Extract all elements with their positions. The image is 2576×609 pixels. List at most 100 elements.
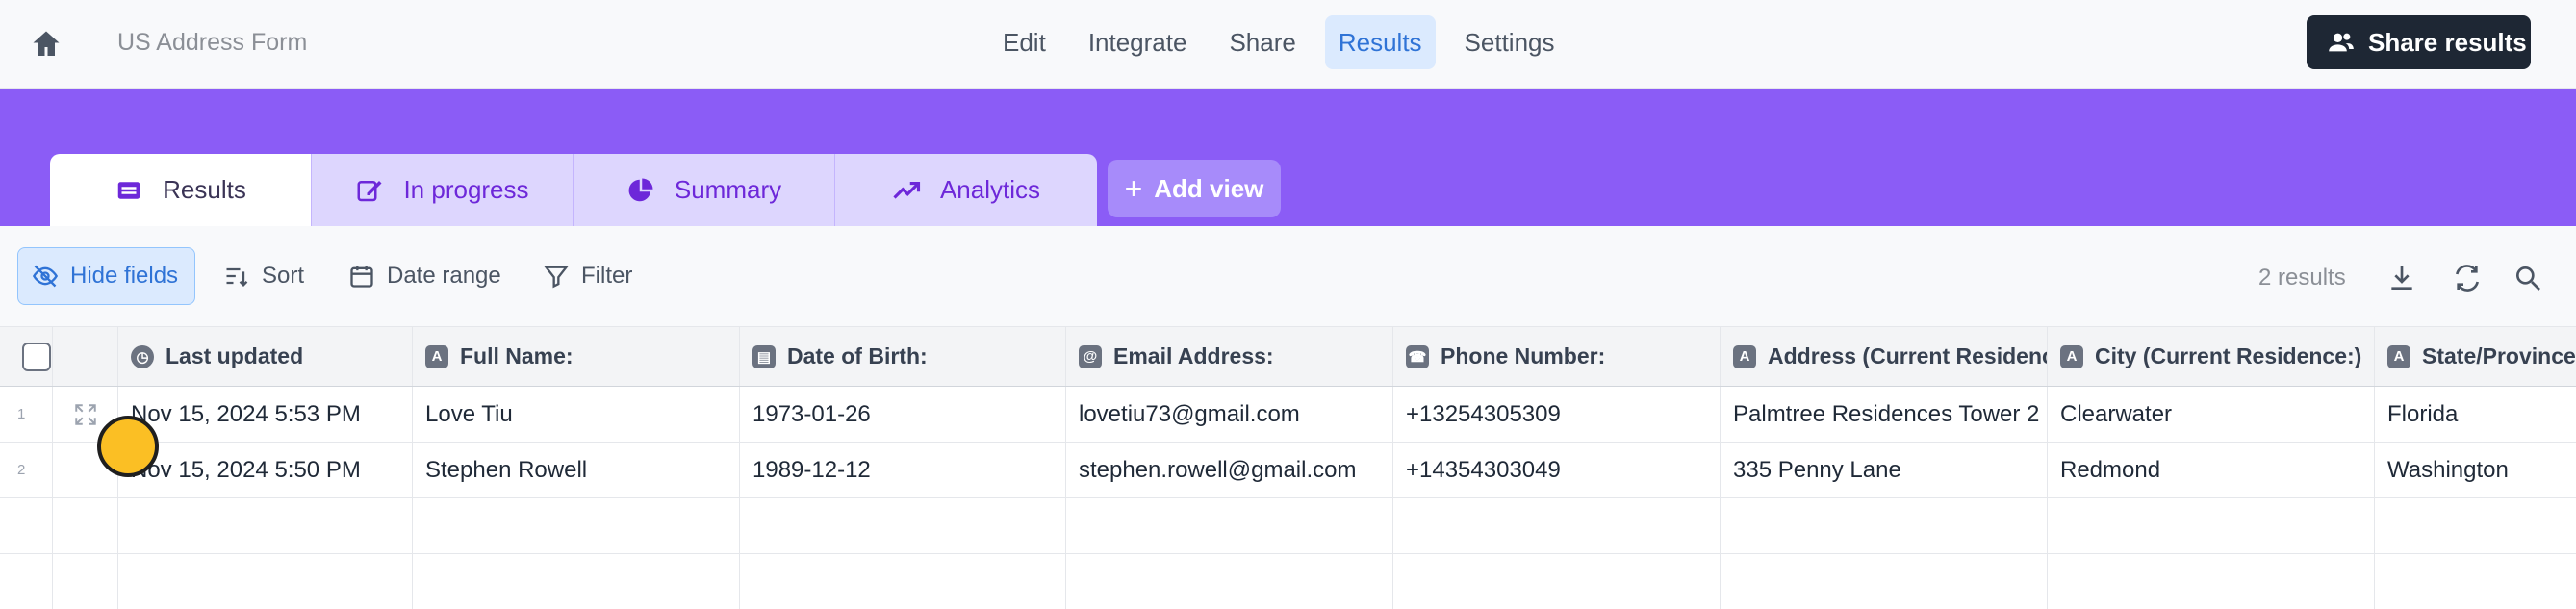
empty-cell bbox=[413, 554, 740, 609]
column-header[interactable]: A Full Name: bbox=[413, 327, 740, 386]
cell-date-of-birth[interactable]: 1989-12-12 bbox=[740, 443, 1066, 497]
nav-results[interactable]: Results bbox=[1324, 15, 1436, 69]
filter-icon bbox=[544, 266, 569, 289]
empty-cell bbox=[1066, 498, 1393, 553]
calendar-icon bbox=[350, 266, 373, 288]
refresh-icon[interactable] bbox=[2452, 263, 2483, 293]
empty-cell bbox=[1393, 498, 1721, 553]
column-label: Last updated bbox=[166, 343, 304, 368]
form-title[interactable]: US Address Form bbox=[117, 29, 307, 57]
tab-label: Summary bbox=[674, 175, 782, 204]
select-all-checkbox[interactable] bbox=[22, 342, 51, 371]
hide-fields-button[interactable]: Hide fields bbox=[17, 247, 195, 305]
sort-icon bbox=[226, 267, 248, 287]
sort-button[interactable]: Sort bbox=[210, 247, 318, 305]
cell-email[interactable]: lovetiu73@gmail.com bbox=[1066, 387, 1393, 442]
expand-icon[interactable] bbox=[73, 402, 98, 427]
cell-full-name[interactable]: Stephen Rowell bbox=[413, 443, 740, 497]
eye-off-icon bbox=[32, 265, 59, 288]
column-label: Phone Number: bbox=[1441, 343, 1606, 368]
plus-icon: + bbox=[1124, 170, 1143, 206]
empty-cell bbox=[2048, 554, 2375, 609]
table-icon bbox=[117, 181, 140, 199]
share-results-label: Share results bbox=[2368, 27, 2527, 57]
share-results-button[interactable]: Share results bbox=[2307, 15, 2531, 69]
cell-city[interactable]: Clearwater bbox=[2048, 387, 2375, 442]
empty-cell bbox=[118, 554, 413, 609]
tab-label: Analytics bbox=[939, 175, 1041, 204]
cell-last-updated[interactable]: Nov 15, 2024 5:50 PM bbox=[118, 443, 413, 497]
filter-label: Filter bbox=[581, 263, 633, 289]
home-icon[interactable] bbox=[29, 27, 64, 62]
hide-fields-label: Hide fields bbox=[70, 263, 179, 289]
cell-state[interactable]: Washington bbox=[2375, 443, 2576, 497]
column-header[interactable]: ▤ Date of Birth: bbox=[740, 327, 1066, 386]
main-nav: Edit Integrate Share Results Settings bbox=[989, 15, 1569, 69]
cell-city[interactable]: Redmond bbox=[2048, 443, 2375, 497]
column-header[interactable]: ◷ Last updated bbox=[118, 327, 413, 386]
results-table: ◷ Last updated A Full Name: ▤ Date of Bi… bbox=[0, 327, 2576, 609]
nav-edit[interactable]: Edit bbox=[989, 15, 1059, 69]
phone-icon: ☎ bbox=[1406, 344, 1429, 368]
cell-state[interactable]: Florida bbox=[2375, 387, 2576, 442]
cell-phone[interactable]: +13254305309 bbox=[1393, 387, 1721, 442]
column-header[interactable]: A State/Province bbox=[2375, 327, 2576, 386]
download-icon[interactable] bbox=[2386, 263, 2417, 293]
empty-cell bbox=[1066, 554, 1393, 609]
tab-label: In progress bbox=[403, 175, 529, 204]
empty-cell bbox=[413, 498, 740, 553]
cell-address[interactable]: Palmtree Residences Tower 2 bbox=[1721, 387, 2048, 442]
edit-icon bbox=[357, 180, 382, 201]
cell-date-of-birth[interactable]: 1973-01-26 bbox=[740, 387, 1066, 442]
calendar-icon: ▤ bbox=[752, 344, 776, 368]
column-label: City (Current Residence:) bbox=[2095, 343, 2362, 368]
table-row[interactable]: 1 Nov 15, 2024 5:53 PM Love Tiu 1973-01-… bbox=[0, 387, 2576, 443]
empty-cell bbox=[1721, 554, 2048, 609]
column-header[interactable]: ☎ Phone Number: bbox=[1393, 327, 1721, 386]
table-row[interactable]: 2 Nov 15, 2024 5:50 PM Stephen Rowell 19… bbox=[0, 443, 2576, 498]
cell-full-name[interactable]: Love Tiu bbox=[413, 387, 740, 442]
text-icon: A bbox=[2387, 344, 2410, 368]
view-tabs: Results In progress Summary Analytics bbox=[50, 154, 1097, 226]
clock-icon: ◷ bbox=[131, 344, 154, 368]
search-icon[interactable] bbox=[2512, 263, 2543, 293]
pie-chart-icon bbox=[628, 178, 653, 201]
tab-summary[interactable]: Summary bbox=[574, 154, 835, 226]
column-label: Full Name: bbox=[460, 343, 574, 368]
date-range-label: Date range bbox=[387, 263, 501, 289]
cell-phone[interactable]: +14354303049 bbox=[1393, 443, 1721, 497]
add-view-button[interactable]: + Add view bbox=[1108, 160, 1281, 217]
cell-last-updated[interactable]: Nov 15, 2024 5:53 PM bbox=[118, 387, 413, 442]
date-range-button[interactable]: Date range bbox=[335, 247, 515, 305]
trend-icon bbox=[893, 181, 921, 199]
column-label: Email Address: bbox=[1113, 343, 1274, 368]
nav-settings[interactable]: Settings bbox=[1451, 15, 1569, 69]
at-icon: @ bbox=[1079, 344, 1102, 368]
select-all-cell bbox=[0, 327, 53, 386]
column-header[interactable]: @ Email Address: bbox=[1066, 327, 1393, 386]
empty-table-row bbox=[0, 498, 2576, 554]
cell-address[interactable]: 335 Penny Lane bbox=[1721, 443, 2048, 497]
cursor-marker bbox=[97, 416, 159, 477]
empty-table-row bbox=[0, 554, 2576, 609]
empty-cell bbox=[0, 498, 53, 553]
tab-analytics[interactable]: Analytics bbox=[835, 154, 1097, 226]
empty-cell bbox=[53, 554, 118, 609]
cell-email[interactable]: stephen.rowell@gmail.com bbox=[1066, 443, 1393, 497]
nav-share[interactable]: Share bbox=[1215, 15, 1309, 69]
tab-results[interactable]: Results bbox=[50, 154, 312, 226]
nav-integrate[interactable]: Integrate bbox=[1075, 15, 1201, 69]
empty-cell bbox=[0, 554, 53, 609]
column-header[interactable]: A City (Current Residence:) bbox=[2048, 327, 2375, 386]
filter-button[interactable]: Filter bbox=[529, 247, 646, 305]
empty-cell bbox=[53, 498, 118, 553]
tab-in-progress[interactable]: In progress bbox=[312, 154, 574, 226]
empty-cell bbox=[1393, 554, 1721, 609]
column-header[interactable]: A Address (Current Residence bbox=[1721, 327, 2048, 386]
empty-cell bbox=[1721, 498, 2048, 553]
text-icon: A bbox=[2060, 344, 2083, 368]
sort-label: Sort bbox=[262, 263, 305, 289]
row-number: 1 bbox=[0, 387, 53, 442]
top-bar: US Address Form Edit Integrate Share Res… bbox=[0, 0, 2576, 89]
results-toolbar: Hide fields Sort Date range Filter 2 res… bbox=[0, 226, 2576, 327]
